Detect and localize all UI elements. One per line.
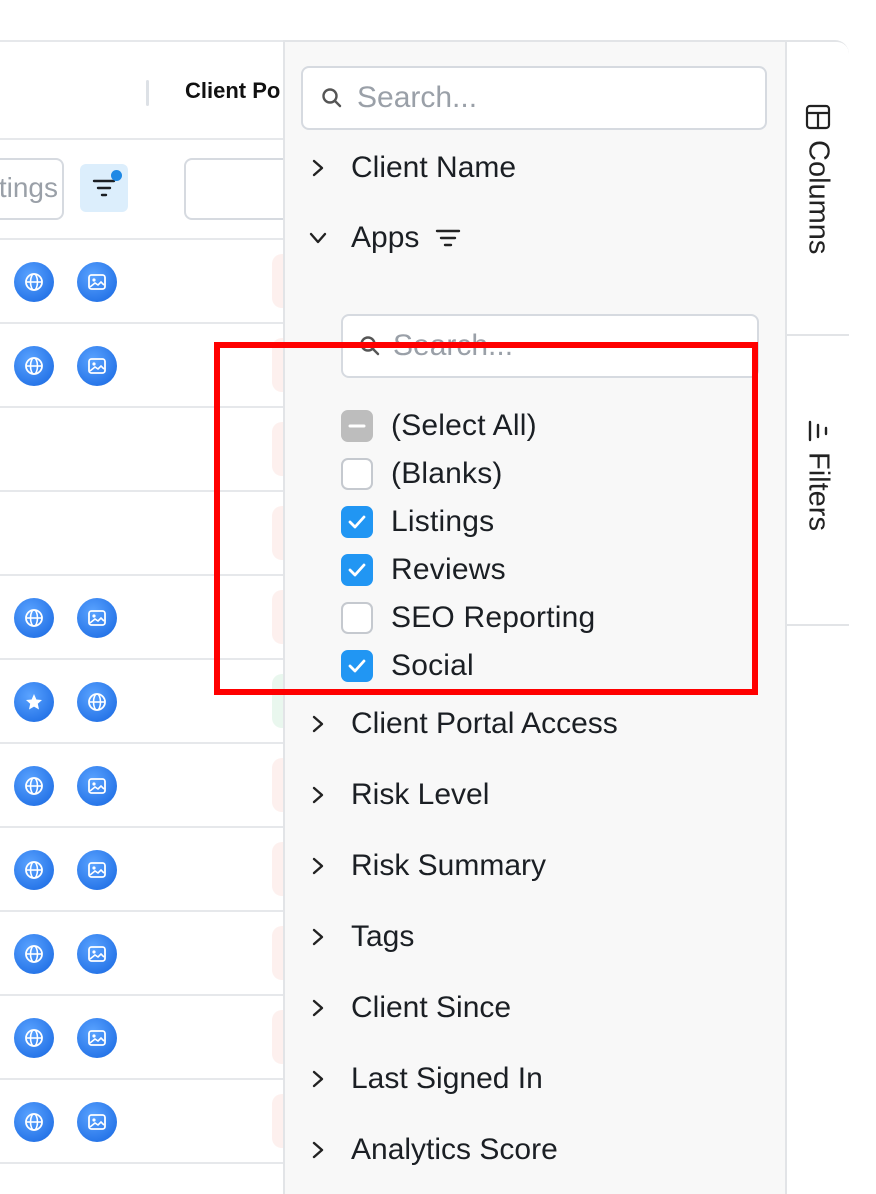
chevron-right-icon: [307, 997, 329, 1019]
filter-group[interactable]: Risk Summary: [285, 836, 785, 896]
tab-columns-label: Columns: [802, 140, 835, 255]
filter-group-label: Tags: [351, 920, 415, 953]
chevron-down-icon: [307, 227, 329, 249]
column-separator[interactable]: [146, 80, 149, 106]
globe-app-icon: [14, 766, 54, 806]
globe-app-icon: [14, 598, 54, 638]
globe-app-icon: [14, 262, 54, 302]
table-row[interactable]: [0, 240, 302, 324]
tab-columns[interactable]: Columns: [787, 42, 849, 336]
apps-floating-filter-input[interactable]: tings: [0, 158, 64, 220]
filter-group-label: Risk Summary: [351, 849, 547, 882]
chevron-right-icon: [307, 1139, 329, 1161]
table-row[interactable]: [0, 1080, 302, 1164]
image-app-icon: [77, 934, 117, 974]
filter-icon: [808, 420, 828, 442]
filter-group-label: Client Portal Access: [351, 707, 618, 740]
filter-group[interactable]: Client Since: [285, 978, 785, 1038]
filter-group[interactable]: Tags: [285, 907, 785, 967]
globe-app-icon: [14, 850, 54, 890]
filter-group-label: Last Signed In: [351, 1062, 543, 1095]
chevron-right-icon: [307, 926, 329, 948]
image-app-icon: [77, 346, 117, 386]
filter-group-label: Risk Level: [351, 778, 490, 811]
globe-app-icon: [14, 1018, 54, 1058]
globe-app-icon: [77, 682, 117, 722]
filter-group[interactable]: Analytics Score: [285, 1120, 785, 1180]
globe-app-icon: [14, 1102, 54, 1142]
floating-filter-row: tings: [0, 140, 304, 240]
star-app-icon: [14, 682, 54, 722]
image-app-icon: [77, 1102, 117, 1142]
filter-group-client-name[interactable]: Client Name: [285, 138, 785, 198]
active-filter-dot: [111, 170, 122, 181]
filter-group-label: Analytics Score: [351, 1133, 558, 1166]
tab-filters[interactable]: Filters: [787, 336, 849, 626]
image-app-icon: [77, 262, 117, 302]
image-app-icon: [77, 850, 117, 890]
filter-group[interactable]: Client Portal Access: [285, 694, 785, 754]
globe-app-icon: [14, 346, 54, 386]
columns-icon: [805, 104, 831, 130]
filter-group[interactable]: Last Signed In: [285, 1049, 785, 1109]
grid-header: Client Po: [0, 42, 300, 140]
filter-group-label: Apps: [351, 221, 420, 254]
chevron-right-icon: [307, 855, 329, 877]
filter-menu-button[interactable]: [80, 164, 128, 212]
filter-icon: [92, 179, 116, 197]
table-row[interactable]: [0, 996, 302, 1080]
image-app-icon: [77, 598, 117, 638]
column-header-client-portal[interactable]: Client Po: [185, 78, 280, 104]
chevron-right-icon: [307, 1068, 329, 1090]
tab-filters-label: Filters: [802, 452, 835, 531]
search-icon: [322, 88, 342, 108]
filter-group[interactable]: Risk Level: [285, 765, 785, 825]
image-app-icon: [77, 766, 117, 806]
filter-group-label: Client Since: [351, 991, 512, 1024]
table-row[interactable]: [0, 828, 302, 912]
chevron-right-icon: [307, 784, 329, 806]
chevron-right-icon: [307, 157, 329, 179]
table-row[interactable]: [0, 912, 302, 996]
filter-group-label: Client Name: [351, 151, 517, 184]
globe-app-icon: [14, 934, 54, 974]
filter-group-apps[interactable]: Apps: [285, 208, 785, 268]
chevron-right-icon: [307, 713, 329, 735]
filter-search-input[interactable]: Search...: [301, 66, 767, 130]
filter-active-icon: [435, 228, 461, 248]
side-bar-tabs: Columns Filters: [785, 42, 849, 1194]
highlight-annotation-box: [214, 342, 758, 695]
image-app-icon: [77, 1018, 117, 1058]
table-row[interactable]: [0, 744, 302, 828]
